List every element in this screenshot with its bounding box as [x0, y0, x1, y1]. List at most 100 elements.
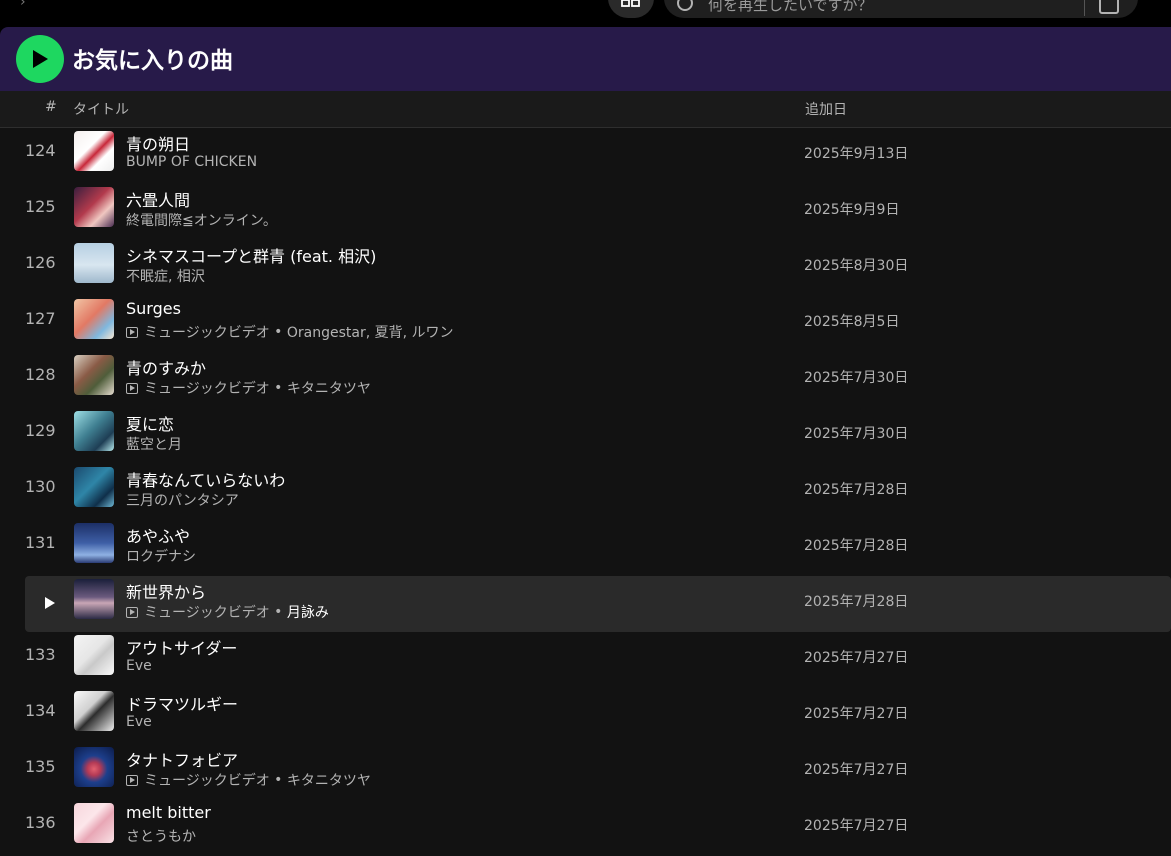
track-artist[interactable]: キタニタツヤ [287, 770, 371, 790]
track-title[interactable]: melt bitter [126, 803, 211, 822]
separator-dot: • [269, 604, 287, 620]
music-video-icon [126, 774, 138, 786]
album-art [74, 467, 114, 507]
track-title[interactable]: 六畳人間 [126, 187, 190, 211]
date-added: 2025年9月13日 [804, 146, 909, 162]
track-number: 135 [25, 757, 56, 776]
track-artist[interactable]: Eve [126, 714, 152, 730]
track-number: 128 [25, 365, 56, 384]
playlist-sticky-header: お気に入りの曲 [0, 27, 1171, 91]
track-subtitle: Eve [126, 658, 152, 674]
date-added: 2025年7月30日 [804, 426, 909, 442]
top-bar: › 何を再生したいですか？ [0, 0, 1171, 27]
track-artist[interactable]: 三月のパンタシア [126, 490, 239, 510]
track-row[interactable]: 127 Surges ミュージックビデオ • Orangestar, 夏背, ルワン… [25, 296, 1171, 352]
browse-library-icon[interactable] [1098, 0, 1120, 16]
track-subtitle: 終電間際≦オンライン。 [126, 210, 277, 230]
track-subtitle: 藍空と月 [126, 434, 182, 454]
track-row[interactable]: 135 タナトフォビア ミュージックビデオ • キタニタツヤ 2025年7月27日 [25, 744, 1171, 800]
music-video-icon [126, 326, 138, 338]
date-added: 2025年7月27日 [804, 650, 909, 666]
track-subtitle: ロクデナシ [126, 546, 196, 566]
track-artist[interactable]: Orangestar, 夏背, ルワン [287, 322, 454, 342]
track-artist[interactable]: さとうもか [126, 826, 196, 846]
column-title[interactable]: タイトル [73, 99, 129, 119]
track-artist[interactable]: 終電間際≦オンライン。 [126, 210, 277, 230]
track-artist[interactable]: Eve [126, 658, 152, 674]
track-subtitle: 三月のパンタシア [126, 490, 239, 510]
album-art [74, 579, 114, 619]
album-art [74, 523, 114, 563]
date-added: 2025年7月27日 [804, 706, 909, 722]
album-art [74, 803, 114, 843]
track-list-header: # タイトル 追加日 [0, 91, 1171, 128]
playlist-title: お気に入りの曲 [72, 48, 233, 74]
playlist-panel: お気に入りの曲 # タイトル 追加日 124 青の朔日 BUMP OF CHICKE… [0, 27, 1171, 856]
search-input[interactable]: 何を再生したいですか？ [664, 0, 1138, 18]
track-number: 134 [25, 701, 56, 720]
track-title[interactable]: 新世界から [126, 579, 206, 603]
album-art [74, 355, 114, 395]
track-subtitle: BUMP OF CHICKEN [126, 154, 257, 170]
date-added: 2025年7月27日 [804, 818, 909, 834]
browse-icon [621, 0, 640, 7]
track-artist[interactable]: 藍空と月 [126, 434, 182, 454]
track-title[interactable]: あやふや [126, 523, 190, 547]
track-title[interactable]: 青の朔日 [126, 131, 190, 155]
track-number: 127 [25, 309, 56, 328]
music-video-label: ミュージックビデオ [144, 605, 270, 621]
music-video-icon [126, 382, 138, 394]
track-row[interactable]: 125 六畳人間 終電間際≦オンライン。 2025年9月9日 [25, 184, 1171, 240]
track-subtitle: ミュージックビデオ • キタニタツヤ [126, 770, 371, 790]
track-number: 129 [25, 421, 56, 440]
track-number: 130 [25, 477, 56, 496]
track-title[interactable]: Surges [126, 299, 181, 318]
track-number: 133 [25, 645, 56, 664]
track-row[interactable]: 126 シネマスコープと群青 (feat. 相沢) 不眠症, 相沢 2025年8月30… [25, 240, 1171, 296]
track-row[interactable]: 130 青春なんていらないわ 三月のパンタシア 2025年7月28日 [25, 464, 1171, 520]
date-added: 2025年7月27日 [804, 762, 909, 778]
album-art [74, 411, 114, 451]
track-artist[interactable]: 不眠症, 相沢 [126, 266, 205, 286]
track-row[interactable]: 129 夏に恋 藍空と月 2025年7月30日 [25, 408, 1171, 464]
track-artist[interactable]: 月詠み [287, 602, 329, 622]
track-row[interactable]: 136 melt bitter さとうもか 2025年7月27日 [25, 800, 1171, 856]
track-title[interactable]: シネマスコープと群青 (feat. 相沢) [126, 243, 376, 267]
track-subtitle: ミュージックビデオ • Orangestar, 夏背, ルワン [126, 322, 454, 342]
track-title[interactable]: 青のすみか [126, 355, 206, 379]
track-subtitle: さとうもか [126, 826, 196, 846]
track-title[interactable]: タナトフォビア [126, 747, 238, 771]
track-artist[interactable]: BUMP OF CHICKEN [126, 154, 257, 170]
track-row[interactable]: 134 ドラマツルギー Eve 2025年7月27日 [25, 688, 1171, 744]
track-title[interactable]: 青春なんていらないわ [126, 467, 285, 491]
separator-dot: • [269, 772, 287, 788]
date-added: 2025年7月28日 [804, 594, 909, 610]
column-number: # [45, 99, 57, 115]
browse-button[interactable] [608, 0, 654, 18]
track-row[interactable]: 新世界からミュージックビデオ • 月詠み 2025年7月28日 [25, 576, 1171, 632]
track-row[interactable]: 124 青の朔日 BUMP OF CHICKEN 2025年9月13日 [25, 128, 1171, 184]
column-date-added[interactable]: 追加日 [805, 99, 847, 119]
album-art [74, 299, 114, 339]
track-number: 125 [25, 197, 56, 216]
date-added: 2025年8月30日 [804, 258, 909, 274]
album-art [74, 131, 114, 171]
date-added: 2025年7月30日 [804, 370, 909, 386]
play-button[interactable] [16, 35, 64, 83]
row-play-icon[interactable] [44, 595, 56, 614]
track-subtitle: ミュージックビデオ • キタニタツヤ [126, 378, 371, 398]
music-video-label: ミュージックビデオ [144, 381, 270, 397]
track-title[interactable]: アウトサイダー [126, 635, 237, 659]
track-title[interactable]: 夏に恋 [126, 411, 174, 435]
track-artist[interactable]: キタニタツヤ [287, 378, 371, 398]
track-row[interactable]: 133 アウトサイダー Eve 2025年7月27日 [25, 632, 1171, 688]
album-art [74, 747, 114, 787]
track-title[interactable]: ドラマツルギー [126, 691, 238, 715]
track-row[interactable]: 131 あやふや ロクデナシ 2025年7月28日 [25, 520, 1171, 576]
search-divider [1084, 0, 1085, 16]
album-art [74, 187, 114, 227]
track-artist[interactable]: ロクデナシ [126, 546, 196, 566]
play-icon [33, 50, 48, 68]
chevron-right-icon[interactable]: › [20, 0, 26, 10]
track-row[interactable]: 128 青のすみか ミュージックビデオ • キタニタツヤ 2025年7月30日 [25, 352, 1171, 408]
